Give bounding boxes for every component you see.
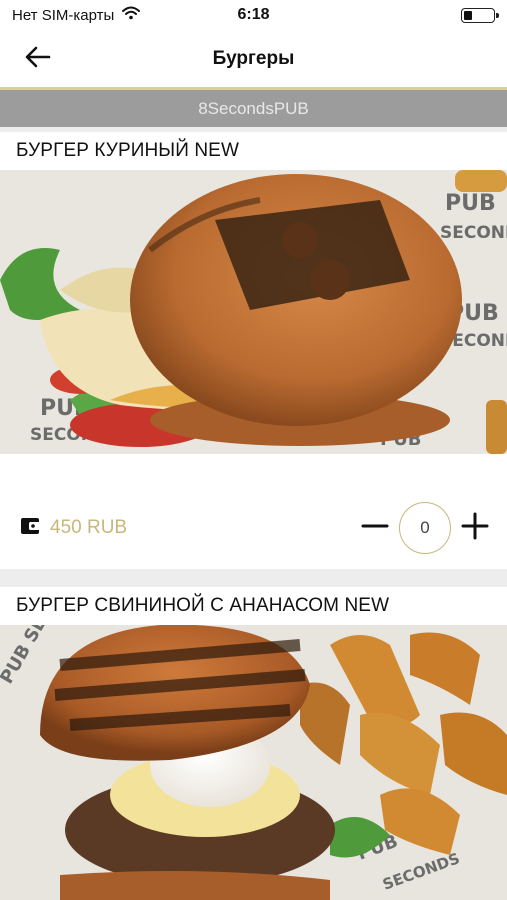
battery-fill <box>464 10 473 20</box>
battery-icon <box>461 7 499 23</box>
product-title: БУРГЕР КУРИНЫЙ NEW <box>16 140 239 161</box>
venue-name: 8SecondsPUB <box>198 98 309 118</box>
plus-icon <box>461 512 489 545</box>
wallet-icon <box>20 517 40 540</box>
svg-text:PUB: PUB <box>445 191 496 216</box>
decrease-button[interactable] <box>359 512 391 544</box>
price-row: 450 RUB <box>20 517 127 540</box>
quantity-value: 0 <box>399 502 451 554</box>
wifi-icon <box>122 6 141 24</box>
nav-bar: Бургеры <box>0 30 507 87</box>
minus-icon <box>361 512 389 545</box>
product-card[interactable]: БУРГЕР КУРИНЫЙ NEW PUB SECONDS PUB SECON… <box>0 132 507 569</box>
status-bar: Нет SIM-карты 6:18 <box>0 0 507 30</box>
increase-button[interactable] <box>459 512 491 544</box>
quantity-stepper: 0 <box>359 502 491 554</box>
product-title: БУРГЕР СВИНИНОЙ С АНАНАСОМ NEW <box>16 595 390 616</box>
product-image[interactable]: PUB SECONDS PUB SECONDS PUB SECONDS PUB <box>0 170 507 454</box>
separator <box>0 569 507 587</box>
product-image[interactable]: PUB SECONDS PUB SECONDS <box>0 625 507 900</box>
carrier-label: Нет SIM-карты <box>12 6 115 24</box>
venue-banner: 8SecondsPUB <box>0 87 507 127</box>
svg-text:SECONDS: SECONDS <box>440 223 507 243</box>
product-card[interactable]: БУРГЕР СВИНИНОЙ С АНАНАСОМ NEW PUB SECON… <box>0 587 507 900</box>
page-title: Бургеры <box>212 47 295 69</box>
arrow-left-icon <box>25 46 51 73</box>
product-footer: 450 RUB 0 <box>0 498 507 558</box>
product-price: 450 RUB <box>50 517 128 538</box>
back-button[interactable] <box>22 44 54 74</box>
status-left: Нет SIM-карты <box>12 6 141 24</box>
